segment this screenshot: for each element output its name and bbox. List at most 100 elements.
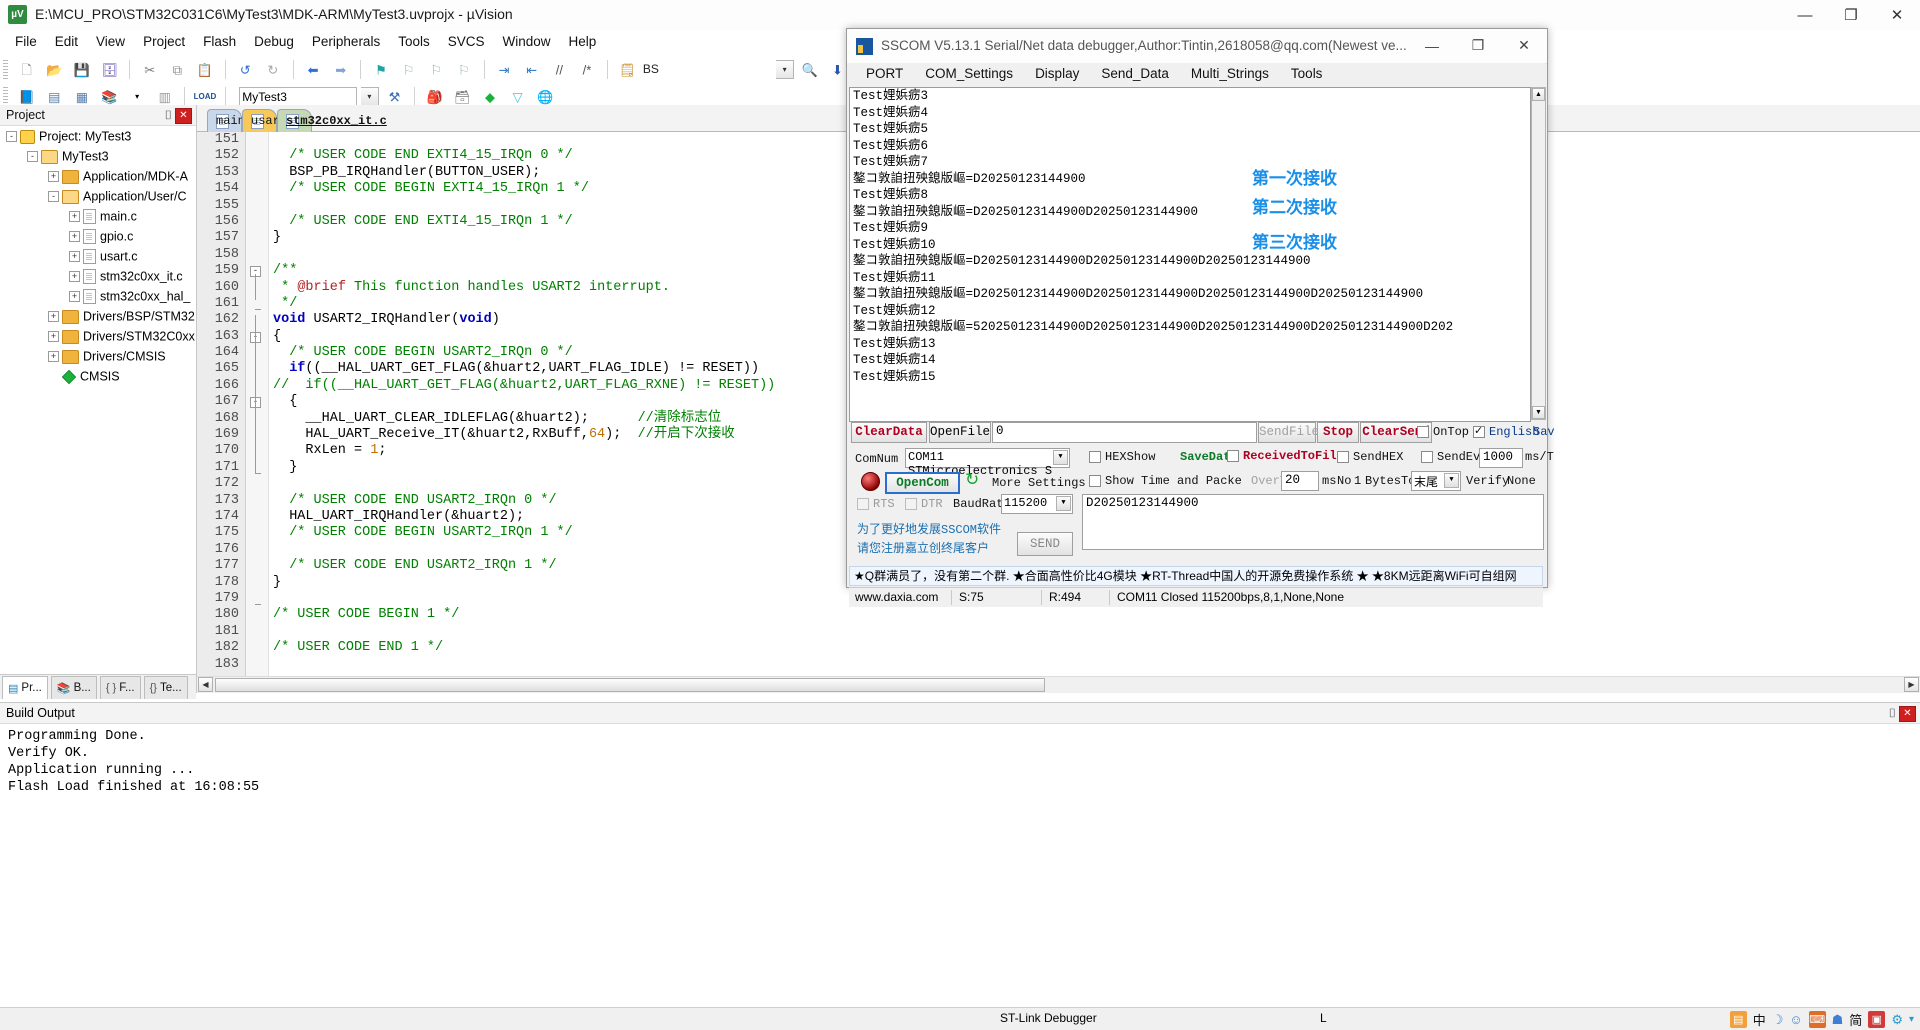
build-icon[interactable]: ▤ <box>43 86 65 107</box>
emoji-icon[interactable]: ☺ <box>1789 1012 1802 1027</box>
menu-item-window[interactable]: Window <box>493 30 559 53</box>
tree-item-cmsis[interactable]: CMSIS <box>0 366 196 386</box>
rebuild-icon[interactable]: ▦ <box>71 86 93 107</box>
tools-icon[interactable]: ⚙ <box>1891 1012 1903 1028</box>
menu-item-file[interactable]: File <box>6 30 46 53</box>
menu-item-project[interactable]: Project <box>134 30 194 53</box>
sscom-menu-item-multi_strings[interactable]: Multi_Strings <box>1180 63 1280 84</box>
load-icon[interactable]: LOAD <box>194 86 217 107</box>
build-toolbar-grip[interactable] <box>3 87 8 106</box>
panel-tab-te[interactable]: {} Te... <box>143 676 188 699</box>
menu-item-flash[interactable]: Flash <box>194 30 245 53</box>
file-path-input[interactable]: 0 <box>992 422 1257 443</box>
expand-toggle-icon[interactable]: + <box>48 171 59 183</box>
code-line[interactable]: 182 /* USER CODE END 1 */ <box>197 640 1920 656</box>
menu-item-tools[interactable]: Tools <box>389 30 439 53</box>
editor-tab-usart-c[interactable]: usart.c <box>242 109 301 132</box>
send-hex-checkbox[interactable] <box>1337 451 1349 463</box>
stop-build-icon[interactable]: ▥ <box>154 86 176 107</box>
copy-icon[interactable]: ⧉ <box>166 59 188 80</box>
menu-item-edit[interactable]: Edit <box>46 30 87 53</box>
menu-item-debug[interactable]: Debug <box>245 30 303 53</box>
send-file-button[interactable]: SendFile <box>1258 422 1319 443</box>
editor-hscrollbar[interactable]: ◀ ▶ <box>197 676 1920 693</box>
target-options-icon[interactable]: ⚒ <box>384 86 406 107</box>
redo-icon[interactable]: ↻ <box>262 59 284 80</box>
find-in-files-icon[interactable]: 🔍 <box>799 59 821 80</box>
tree-item-mytest3[interactable]: - MyTest3 <box>0 146 196 166</box>
toolbar-dropdown-1[interactable]: ▾ <box>776 60 795 79</box>
moon-icon[interactable]: ☽ <box>1772 1012 1784 1028</box>
editor-scroll-thumb[interactable] <box>215 678 1045 692</box>
bookmark-clear-icon[interactable]: ⚐ <box>453 59 475 80</box>
panel-tab-f[interactable]: { } F... <box>99 676 141 699</box>
editor-tab-stm32c0xx_it-c[interactable]: stm32c0xx_it.c <box>277 109 387 132</box>
save-label[interactable]: Sav <box>1533 425 1555 439</box>
filter-icon[interactable]: ▽ <box>507 86 529 107</box>
cmsis-green-icon[interactable]: ◆ <box>479 86 501 107</box>
collapse-toggle-icon[interactable]: - <box>6 131 17 143</box>
code-line[interactable]: 181 <box>197 624 1920 640</box>
chevron-down-icon[interactable]: ▼ <box>1053 450 1068 465</box>
configure-icon[interactable]: 🗒 <box>616 59 638 80</box>
close-icon[interactable]: ✕ <box>175 108 192 124</box>
sscom-terminal-vscrollbar[interactable]: ▲ ▼ <box>1531 87 1546 420</box>
chevron-icon[interactable]: ▾ <box>1909 1014 1914 1025</box>
collapse-toggle-icon[interactable]: - <box>27 151 38 163</box>
received-to-file-checkbox[interactable] <box>1227 450 1239 462</box>
editor-scroll-right-arrow[interactable]: ▶ <box>1904 677 1919 692</box>
clear-data-button[interactable]: ClearData <box>851 422 927 443</box>
multi-project-icon[interactable]: 🌐 <box>534 86 556 107</box>
outdent-icon[interactable]: ⇤ <box>521 59 543 80</box>
sscom-scroll-up-arrow[interactable]: ▲ <box>1532 88 1545 101</box>
target-select[interactable] <box>239 87 358 106</box>
tree-item-application-mdk-a[interactable]: + Application/MDK-A <box>0 166 196 186</box>
stop-button[interactable]: Stop <box>1317 422 1359 443</box>
panel-tab-b[interactable]: 📚 B... <box>50 676 97 699</box>
over-time-input[interactable]: 20 <box>1281 471 1319 491</box>
expand-toggle-icon[interactable]: + <box>69 211 80 223</box>
tree-item-drivers-bsp-stm32[interactable]: + Drivers/BSP/STM32 <box>0 306 196 326</box>
minimize-button[interactable]: — <box>1782 0 1828 30</box>
sscom-scroll-down-arrow[interactable]: ▼ <box>1532 406 1545 419</box>
editor-tab-main-c[interactable]: main.c <box>207 109 259 132</box>
bookmark-prev-icon[interactable]: ⚐ <box>398 59 420 80</box>
bookmark-next-icon[interactable]: ⚐ <box>425 59 447 80</box>
expand-toggle-icon[interactable]: + <box>48 351 59 363</box>
show-time-checkbox[interactable] <box>1089 475 1101 487</box>
build-dropdown-icon[interactable]: ▾ <box>126 86 148 107</box>
pin-icon[interactable]: ⌷ <box>165 108 172 123</box>
tree-item-stm32c0xx-it-c[interactable]: + stm32c0xx_it.c <box>0 266 196 286</box>
indent-icon[interactable]: ⇥ <box>493 59 515 80</box>
expand-toggle-icon[interactable]: + <box>69 231 80 243</box>
english-checkbox[interactable] <box>1473 424 1485 438</box>
build-output-close-icon[interactable]: ✕ <box>1899 706 1916 722</box>
on-top-checkbox[interactable] <box>1417 426 1429 438</box>
comment-icon[interactable]: // <box>548 59 570 80</box>
new-file-icon[interactable]: 🗋 <box>16 59 38 80</box>
close-button[interactable]: ✕ <box>1874 0 1920 30</box>
bytes-to-chevron-icon[interactable]: ▼ <box>1444 473 1459 488</box>
uncomment-icon[interactable]: /* <box>576 59 598 80</box>
cut-icon[interactable]: ✂ <box>139 59 161 80</box>
tree-item-project-mytest3[interactable]: - Project: MyTest3 <box>0 126 196 146</box>
sscom-website-link[interactable]: www.daxia.com <box>855 590 938 604</box>
build-output-text[interactable]: Programming Done. Verify OK. Application r… <box>0 724 1920 823</box>
baud-rate-select[interactable]: 115200 ▼ <box>1001 494 1073 514</box>
open-file-icon[interactable]: 📂 <box>43 59 65 80</box>
expand-toggle-icon[interactable]: + <box>69 271 80 283</box>
sscom-menu-item-tools[interactable]: Tools <box>1280 63 1334 84</box>
code-line[interactable]: 180 /* USER CODE BEGIN 1 */ <box>197 607 1920 623</box>
more-settings-label[interactable]: More Settings <box>992 476 1086 490</box>
send-button[interactable]: SEND <box>1017 532 1073 556</box>
save-all-icon[interactable]: 🗄 <box>99 59 121 80</box>
bookmark-toggle-icon[interactable]: ⚑ <box>370 59 392 80</box>
tree-item-drivers-cmsis[interactable]: + Drivers/CMSIS <box>0 346 196 366</box>
com-port-select[interactable]: COM11 STMicroelectronics S ▼ <box>905 448 1070 478</box>
paste-icon[interactable]: 📋 <box>194 59 216 80</box>
rts-checkbox[interactable] <box>857 498 869 510</box>
simplified-label[interactable]: 简 <box>1849 1010 1862 1029</box>
sscom-close-button[interactable]: ✕ <box>1501 29 1547 62</box>
build-output-pin-icon[interactable]: ⌷ <box>1889 706 1896 721</box>
maximize-button[interactable]: ❐ <box>1828 0 1874 30</box>
